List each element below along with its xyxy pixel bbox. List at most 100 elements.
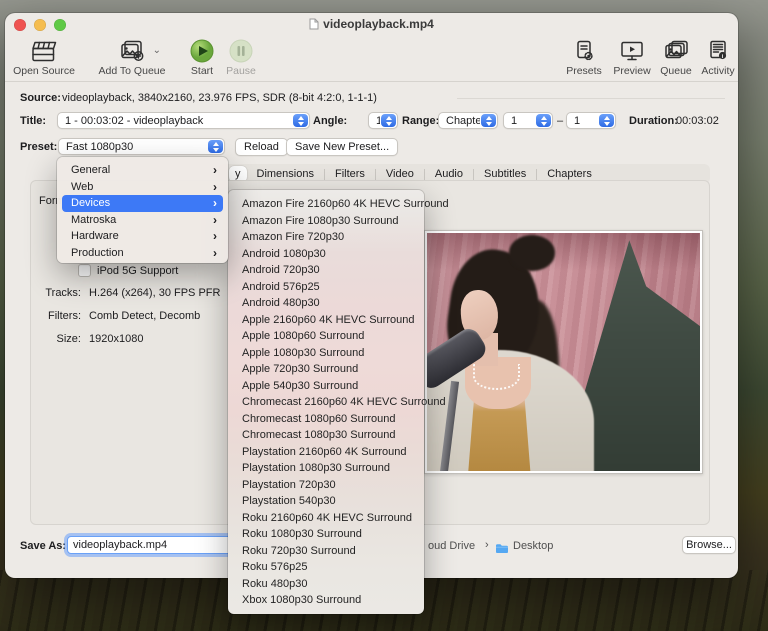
ipod-support-checkbox[interactable] (78, 264, 91, 277)
submenu-item[interactable]: Xbox 1080p30 Surround (228, 592, 424, 609)
submenu-item[interactable]: Playstation 720p30 (228, 477, 424, 494)
submenu-item[interactable]: Android 480p30 (228, 295, 424, 312)
submenu-item[interactable]: Playstation 1080p30 Surround (228, 460, 424, 477)
clapperboard-icon (29, 37, 59, 64)
submenu-item[interactable]: Apple 1080p60 Surround (228, 328, 424, 345)
source-label: Source: (20, 92, 61, 104)
title-label: Title: (20, 115, 46, 127)
submenu-item[interactable]: Android 1080p30 (228, 246, 424, 263)
submenu-item[interactable]: Apple 540p30 Surround (228, 378, 424, 395)
singer-necklace (473, 364, 519, 390)
popup-stepper-icon (381, 114, 396, 127)
activity-log-icon: i (705, 37, 731, 64)
window-title: videoplayback.mp4 (5, 17, 738, 31)
submenu-item[interactable]: Roku 720p30 Surround (228, 543, 424, 560)
duration-value: 00:03:02 (676, 115, 719, 127)
add-to-queue-button[interactable]: ⌄ Add To Queue (97, 37, 167, 77)
preset-label: Preset: (20, 141, 57, 153)
submenu-item[interactable]: Roku 480p30 (228, 576, 424, 593)
activity-button[interactable]: i Activity (697, 37, 739, 77)
tracks-label: Tracks: (31, 287, 81, 299)
reload-button[interactable]: Reload (235, 138, 288, 156)
start-button[interactable]: Start (183, 37, 221, 77)
submenu-item[interactable]: Apple 1080p30 Surround (228, 345, 424, 362)
submenu-chevron-icon: › (213, 230, 217, 242)
submenu-chevron-icon: › (213, 164, 217, 176)
submenu-item[interactable]: Android 576p25 (228, 279, 424, 296)
source-value: videoplayback, 3840x2160, 23.976 FPS, SD… (62, 92, 377, 104)
pause-icon (228, 37, 254, 64)
submenu-item[interactable]: Chromecast 2160p60 4K HEVC Surround (228, 394, 424, 411)
submenu-item[interactable]: Roku 576p25 (228, 559, 424, 576)
submenu-chevron-icon: › (213, 247, 217, 259)
popup-stepper-icon (481, 114, 496, 127)
filters-label: Filters: (31, 310, 81, 322)
desktop: videoplayback.mp4 Open Source ⌄ Add To Q… (0, 0, 768, 631)
menu-item-general[interactable]: General› (62, 162, 223, 179)
open-source-button[interactable]: Open Source (13, 37, 75, 77)
presets-icon (571, 37, 597, 64)
path-desktop: Desktop (513, 540, 553, 552)
submenu-item[interactable]: Amazon Fire 1080p30 Surround (228, 213, 424, 230)
start-play-icon (189, 37, 215, 64)
menu-item-hardware[interactable]: Hardware› (62, 228, 223, 245)
menu-item-matroska[interactable]: Matroska› (62, 212, 223, 229)
queue-icon (662, 37, 690, 64)
toolbar-divider (5, 81, 738, 82)
submenu-item[interactable]: Playstation 540p30 (228, 493, 424, 510)
submenu-item[interactable]: Amazon Fire 720p30 (228, 229, 424, 246)
range-to-popup[interactable]: 1 (566, 112, 616, 129)
source-divider (457, 98, 725, 99)
chevron-down-icon: ⌄ (153, 45, 161, 56)
size-label: Size: (31, 333, 81, 345)
save-as-label: Save As: (20, 540, 66, 552)
submenu-chevron-icon: › (213, 197, 217, 209)
range-label: Range: (402, 115, 439, 127)
range-separator: – (557, 115, 563, 127)
path-chevron: › (485, 539, 489, 551)
filters-value: Comb Detect, Decomb (89, 310, 200, 322)
submenu-item[interactable]: Android 720p30 (228, 262, 424, 279)
path-icloud-drive-truncated: oud Drive (428, 540, 475, 552)
submenu-item[interactable]: Chromecast 1080p60 Surround (228, 411, 424, 428)
save-new-preset-button[interactable]: Save New Preset... (286, 138, 398, 156)
popup-stepper-icon (293, 114, 308, 127)
menu-item-devices[interactable]: Devices› (62, 195, 223, 212)
pause-button[interactable]: Pause (222, 37, 260, 77)
ipod-support-label: iPod 5G Support (97, 265, 178, 277)
submenu-chevron-icon: › (213, 214, 217, 226)
video-preview-frame (424, 230, 703, 474)
range-from-popup[interactable]: 1 (503, 112, 553, 129)
browse-button[interactable]: Browse... (682, 536, 736, 554)
title-popup[interactable]: 1 - 00:03:02 - videoplayback (57, 112, 310, 129)
angle-popup[interactable]: 1 (368, 112, 398, 129)
submenu-item[interactable]: Roku 2160p60 4K HEVC Surround (228, 510, 424, 527)
angle-label: Angle: (313, 115, 347, 127)
preset-menu: General› Web› Devices› Matroska› Hardwar… (57, 157, 228, 263)
submenu-item[interactable]: Roku 1080p30 Surround (228, 526, 424, 543)
preset-popup[interactable]: Fast 1080p30 (58, 138, 225, 155)
tracks-value: H.264 (x264), 30 FPS PFR (89, 287, 220, 299)
range-mode-popup[interactable]: Chapters (438, 112, 498, 129)
presets-button[interactable]: Presets (561, 37, 607, 77)
folder-icon (495, 541, 509, 559)
submenu-item[interactable]: Chromecast 1080p30 Surround (228, 427, 424, 444)
menu-item-production[interactable]: Production› (62, 245, 223, 262)
popup-stepper-icon (536, 114, 551, 127)
preview-button[interactable]: Preview (609, 37, 655, 77)
submenu-item[interactable]: Playstation 2160p60 4K Surround (228, 444, 424, 461)
toolbar: Open Source ⌄ Add To Queue Start Paus (5, 35, 738, 81)
document-proxy-icon (309, 18, 319, 30)
submenu-item[interactable]: Apple 720p30 Surround (228, 361, 424, 378)
titlebar: videoplayback.mp4 (5, 13, 738, 35)
popup-stepper-icon (599, 114, 614, 127)
submenu-item[interactable]: Apple 2160p60 4K HEVC Surround (228, 312, 424, 329)
preview-icon (618, 37, 646, 64)
singer-hair (509, 235, 555, 271)
submenu-chevron-icon: › (213, 181, 217, 193)
submenu-item[interactable]: Amazon Fire 2160p60 4K HEVC Surround (228, 196, 424, 213)
queue-button[interactable]: Queue (656, 37, 696, 77)
menu-item-web[interactable]: Web› (62, 179, 223, 196)
devices-submenu: Amazon Fire 2160p60 4K HEVC Surround Ama… (228, 190, 424, 614)
popup-stepper-icon (208, 140, 223, 153)
